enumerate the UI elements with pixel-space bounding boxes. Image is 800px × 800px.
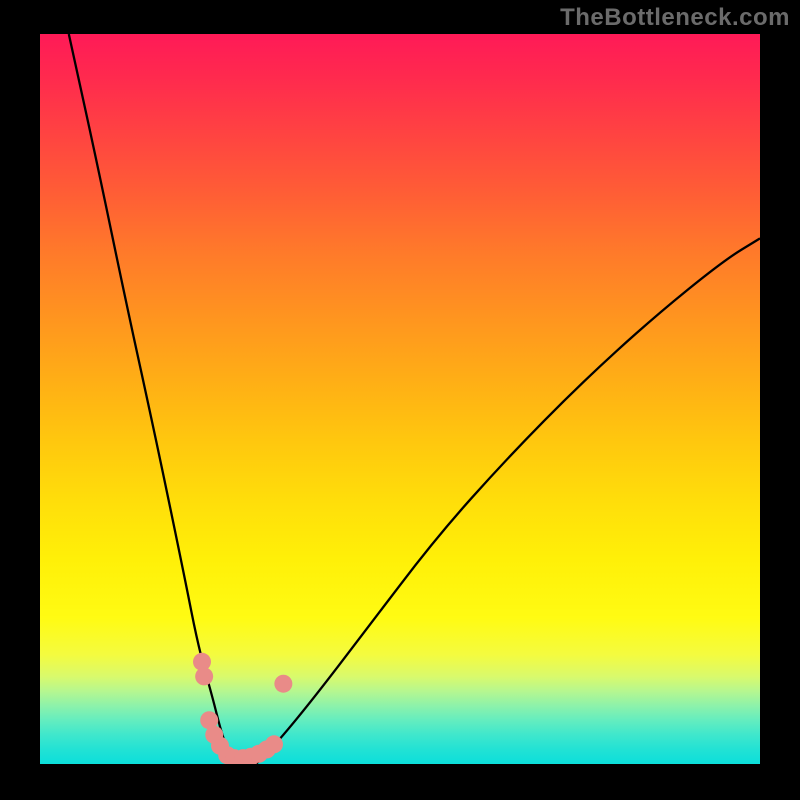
left-branch-line xyxy=(69,34,235,764)
marker-group xyxy=(193,653,292,764)
chart-root: TheBottleneck.com xyxy=(0,0,800,800)
pink-dot xyxy=(195,667,213,685)
plot-area xyxy=(40,34,760,764)
chart-svg xyxy=(40,34,760,764)
curve-group xyxy=(69,34,760,764)
pink-dot xyxy=(274,675,292,693)
pink-dot xyxy=(265,735,283,753)
right-branch-line xyxy=(256,238,760,764)
watermark-text: TheBottleneck.com xyxy=(560,4,790,32)
